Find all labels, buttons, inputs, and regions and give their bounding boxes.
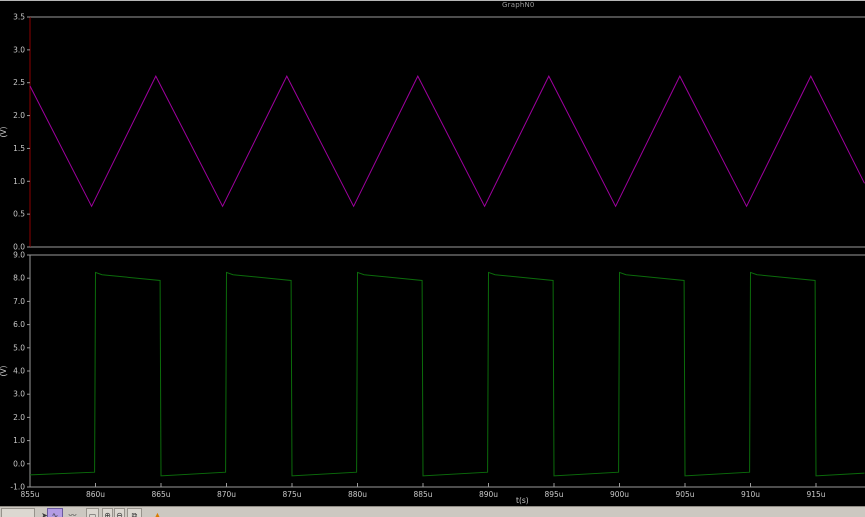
square-wave[interactable] <box>29 271 865 477</box>
y-tick-label: 8.0 <box>13 274 25 283</box>
x-tick-label: 885u <box>413 490 432 499</box>
y-tick-label: 0.5 <box>13 210 25 219</box>
zoom-in-icon[interactable]: ⊕ <box>102 508 113 517</box>
x-tick-label: 900u <box>610 490 629 499</box>
y-tick-label: 1.5 <box>13 144 25 153</box>
x-tick-label: 870u <box>217 490 236 499</box>
x-tick-label: 890u <box>479 490 498 499</box>
y-tick-label: 1.0 <box>13 436 25 445</box>
x-tick-label: 895u <box>544 490 563 499</box>
y-tick-label: 0.0 <box>13 459 25 468</box>
triangle-wave[interactable] <box>29 74 865 208</box>
x-tick-label: 855u <box>20 490 39 499</box>
windows-icon[interactable]: ⧉ <box>127 508 142 517</box>
x-tick-label: 905u <box>675 490 694 499</box>
probe-icon[interactable]: ▲ <box>152 508 163 517</box>
x-tick-label: 875u <box>282 490 301 499</box>
y-tick-label: 4.0 <box>13 367 25 376</box>
y-tick-label: 5.0 <box>13 343 25 352</box>
bottom-toolbar: ➤ ∿ 〰 ▭ ⊕ ⊖ ⧉ ▲ <box>0 506 865 517</box>
y-tick-label: 3.0 <box>13 45 25 54</box>
x-tick-label: 915u <box>806 490 825 499</box>
waveform-tool-button[interactable]: ∿ <box>47 508 63 517</box>
x-tick-label: 910u <box>741 490 760 499</box>
graph-window: GraphN0 0.0 0.5 1.0 1.5 2.0 2.5 3.0 3.5 (V) -1.0 0… <box>0 0 865 517</box>
zoom-out-icon[interactable]: ⊖ <box>114 508 125 517</box>
x-tick-label: 865u <box>151 490 170 499</box>
y-tick-label: 2.0 <box>13 413 25 422</box>
y-tick-label: 1.0 <box>13 177 25 186</box>
tool-label-fragment[interactable]: 〰 <box>65 508 80 517</box>
y-tick-label: 9.0 <box>13 251 25 260</box>
x-axis-label: t(s) <box>516 496 529 505</box>
y-tick-label: 2.5 <box>13 78 25 87</box>
trace-dropdown-button[interactable] <box>1 508 35 517</box>
y-axis-label: (V) <box>0 365 8 376</box>
panel-icon[interactable]: ▭ <box>86 508 99 517</box>
y-tick-label: 7.0 <box>13 297 25 306</box>
x-tick-label: 880u <box>348 490 367 499</box>
y-tick-label: 6.0 <box>13 320 25 329</box>
y-tick-label: 2.0 <box>13 111 25 120</box>
x-tick-label: 860u <box>86 490 105 499</box>
y-tick-label: 3.0 <box>13 390 25 399</box>
waveform-canvas[interactable]: 0.00.51.01.52.02.53.03.5(V)-1.00.01.02.0… <box>0 0 865 506</box>
y-axis-label: (V) <box>0 126 8 137</box>
y-tick-label: 3.5 <box>13 13 25 22</box>
